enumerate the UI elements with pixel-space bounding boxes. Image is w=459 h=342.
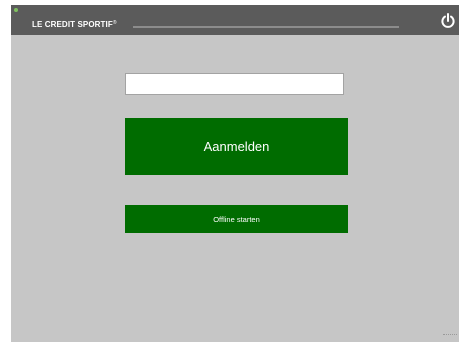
login-input[interactable] xyxy=(125,73,344,95)
offline-start-button[interactable]: Offline starten xyxy=(125,205,348,233)
resize-grip[interactable] xyxy=(443,334,457,341)
power-button[interactable] xyxy=(439,12,457,30)
power-icon xyxy=(441,13,455,28)
brand-registered-mark: ® xyxy=(112,20,117,26)
login-button[interactable]: Aanmelden xyxy=(125,118,348,175)
brand-name: LE CREDIT SPORTIF xyxy=(32,20,113,29)
title-divider xyxy=(133,26,399,28)
title-bar: LE CREDIT SPORTIF® xyxy=(11,5,459,35)
login-window: LE CREDIT SPORTIF® Aanmelden Offline sta… xyxy=(11,5,459,342)
status-dot xyxy=(14,8,18,12)
brand-logo: LE CREDIT SPORTIF® xyxy=(32,20,117,29)
